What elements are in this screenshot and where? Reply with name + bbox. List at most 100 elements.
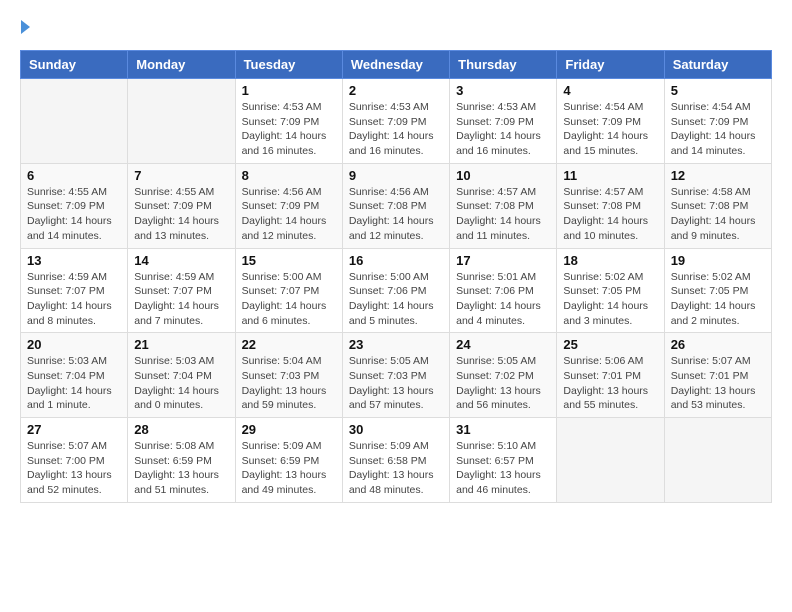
calendar-week-row: 13 Sunrise: 4:59 AM Sunset: 7:07 PM Dayli… [21, 248, 772, 333]
day-number: 20 [27, 337, 121, 352]
day-number: 13 [27, 253, 121, 268]
calendar-day-cell: 7Sunrise: 4:55 AM Sunset: 7:09 PM Daylig… [128, 163, 235, 248]
day-number: 4 [563, 83, 657, 98]
day-info: Sunrise: 4:56 AM Sunset: 7:08 PM Dayligh… [349, 185, 443, 244]
day-number: 10 [456, 168, 550, 183]
logo [20, 20, 30, 34]
day-info: Sunrise: 5:05 AM Sunset: 7:03 PM Dayligh… [349, 354, 443, 413]
day-info: Sunrise: 4:57 AM Sunset: 7:08 PM Dayligh… [563, 185, 657, 244]
weekday-header: Thursday [450, 51, 557, 79]
calendar-week-row: 6 Sunrise: 4:55 AM Sunset: 7:09 PM Daylig… [21, 163, 772, 248]
calendar-day-cell: 14 Sunrise: 4:59 AM Sunset: 7:07 PM Dayli… [128, 248, 235, 333]
calendar-day-cell: 23Sunrise: 5:05 AM Sunset: 7:03 PM Dayli… [342, 333, 449, 418]
day-number: 22 [242, 337, 336, 352]
calendar-day-cell: 1 Sunrise: 4:53 AM Sunset: 7:09 PM Daylig… [235, 79, 342, 164]
day-info: Sunrise: 4:58 AM Sunset: 7:08 PM Dayligh… [671, 185, 765, 244]
calendar-day-cell: 13 Sunrise: 4:59 AM Sunset: 7:07 PM Dayli… [21, 248, 128, 333]
day-number: 24 [456, 337, 550, 352]
day-info: Sunrise: 5:02 AM Sunset: 7:05 PM Dayligh… [563, 270, 657, 329]
calendar-day-cell: 22 Sunrise: 5:04 AM Sunset: 7:03 PM Dayli… [235, 333, 342, 418]
day-number: 3 [456, 83, 550, 98]
day-number: 26 [671, 337, 765, 352]
calendar-day-cell: 3 Sunrise: 4:53 AM Sunset: 7:09 PM Daylig… [450, 79, 557, 164]
day-number: 18 [563, 253, 657, 268]
day-info: Sunrise: 5:04 AM Sunset: 7:03 PM Dayligh… [242, 354, 336, 413]
calendar-day-cell: 25 Sunrise: 5:06 AM Sunset: 7:01 PM Dayli… [557, 333, 664, 418]
day-number: 15 [242, 253, 336, 268]
day-info: Sunrise: 4:54 AM Sunset: 7:09 PM Dayligh… [671, 100, 765, 159]
day-info: Sunrise: 5:10 AM Sunset: 6:57 PM Dayligh… [456, 439, 550, 498]
day-info: Sunrise: 4:55 AM Sunset: 7:09 PM Dayligh… [27, 185, 121, 244]
weekday-header: Tuesday [235, 51, 342, 79]
day-info: Sunrise: 5:00 AM Sunset: 7:07 PM Dayligh… [242, 270, 336, 329]
day-info: Sunrise: 4:56 AM Sunset: 7:09 PM Dayligh… [242, 185, 336, 244]
day-number: 31 [456, 422, 550, 437]
day-info: Sunrise: 4:55 AM Sunset: 7:09 PM Dayligh… [134, 185, 228, 244]
day-number: 21 [134, 337, 228, 352]
page-header [20, 20, 772, 34]
day-number: 29 [242, 422, 336, 437]
calendar-day-cell: 24 Sunrise: 5:05 AM Sunset: 7:02 PM Dayli… [450, 333, 557, 418]
day-info: Sunrise: 5:09 AM Sunset: 6:59 PM Dayligh… [242, 439, 336, 498]
day-number: 1 [242, 83, 336, 98]
day-number: 28 [134, 422, 228, 437]
day-info: Sunrise: 4:57 AM Sunset: 7:08 PM Dayligh… [456, 185, 550, 244]
day-info: Sunrise: 5:09 AM Sunset: 6:58 PM Dayligh… [349, 439, 443, 498]
weekday-header: Monday [128, 51, 235, 79]
day-info: Sunrise: 4:59 AM Sunset: 7:07 PM Dayligh… [27, 270, 121, 329]
calendar-day-cell: 9 Sunrise: 4:56 AM Sunset: 7:08 PM Daylig… [342, 163, 449, 248]
calendar-day-cell: 11 Sunrise: 4:57 AM Sunset: 7:08 PM Dayli… [557, 163, 664, 248]
calendar-day-cell: 12 Sunrise: 4:58 AM Sunset: 7:08 PM Dayli… [664, 163, 771, 248]
calendar-week-row: 1 Sunrise: 4:53 AM Sunset: 7:09 PM Daylig… [21, 79, 772, 164]
weekday-header: Wednesday [342, 51, 449, 79]
calendar-day-cell: 19 Sunrise: 5:02 AM Sunset: 7:05 PM Dayli… [664, 248, 771, 333]
day-info: Sunrise: 5:08 AM Sunset: 6:59 PM Dayligh… [134, 439, 228, 498]
day-number: 16 [349, 253, 443, 268]
day-number: 14 [134, 253, 228, 268]
calendar-day-cell: 8 Sunrise: 4:56 AM Sunset: 7:09 PM Daylig… [235, 163, 342, 248]
calendar-day-cell: 21 Sunrise: 5:03 AM Sunset: 7:04 PM Dayli… [128, 333, 235, 418]
calendar-day-cell [664, 418, 771, 503]
day-info: Sunrise: 5:07 AM Sunset: 7:01 PM Dayligh… [671, 354, 765, 413]
day-number: 17 [456, 253, 550, 268]
day-number: 6 [27, 168, 121, 183]
day-number: 12 [671, 168, 765, 183]
calendar-day-cell [128, 79, 235, 164]
day-info: Sunrise: 4:54 AM Sunset: 7:09 PM Dayligh… [563, 100, 657, 159]
weekday-header: Sunday [21, 51, 128, 79]
weekday-header: Friday [557, 51, 664, 79]
day-number: 5 [671, 83, 765, 98]
calendar-day-cell: 31 Sunrise: 5:10 AM Sunset: 6:57 PM Dayli… [450, 418, 557, 503]
day-info: Sunrise: 4:53 AM Sunset: 7:09 PM Dayligh… [349, 100, 443, 159]
weekday-header-row: SundayMondayTuesdayWednesdayThursdayFrid… [21, 51, 772, 79]
calendar-header: SundayMondayTuesdayWednesdayThursdayFrid… [21, 51, 772, 79]
calendar-day-cell: 5 Sunrise: 4:54 AM Sunset: 7:09 PM Daylig… [664, 79, 771, 164]
calendar-week-row: 20 Sunrise: 5:03 AM Sunset: 7:04 PM Dayli… [21, 333, 772, 418]
calendar-day-cell: 10 Sunrise: 4:57 AM Sunset: 7:08 PM Dayli… [450, 163, 557, 248]
day-info: Sunrise: 5:02 AM Sunset: 7:05 PM Dayligh… [671, 270, 765, 329]
day-info: Sunrise: 5:05 AM Sunset: 7:02 PM Dayligh… [456, 354, 550, 413]
weekday-header: Saturday [664, 51, 771, 79]
day-info: Sunrise: 4:59 AM Sunset: 7:07 PM Dayligh… [134, 270, 228, 329]
day-number: 8 [242, 168, 336, 183]
calendar-day-cell: 6 Sunrise: 4:55 AM Sunset: 7:09 PM Daylig… [21, 163, 128, 248]
day-info: Sunrise: 4:53 AM Sunset: 7:09 PM Dayligh… [456, 100, 550, 159]
day-number: 30 [349, 422, 443, 437]
day-number: 9 [349, 168, 443, 183]
calendar-day-cell [557, 418, 664, 503]
calendar-body: 1 Sunrise: 4:53 AM Sunset: 7:09 PM Daylig… [21, 79, 772, 503]
calendar-day-cell: 18 Sunrise: 5:02 AM Sunset: 7:05 PM Dayli… [557, 248, 664, 333]
calendar-day-cell: 27Sunrise: 5:07 AM Sunset: 7:00 PM Dayli… [21, 418, 128, 503]
day-info: Sunrise: 5:03 AM Sunset: 7:04 PM Dayligh… [27, 354, 121, 413]
calendar-day-cell: 30 Sunrise: 5:09 AM Sunset: 6:58 PM Dayli… [342, 418, 449, 503]
day-info: Sunrise: 5:01 AM Sunset: 7:06 PM Dayligh… [456, 270, 550, 329]
calendar-day-cell: 29 Sunrise: 5:09 AM Sunset: 6:59 PM Dayli… [235, 418, 342, 503]
calendar-day-cell: 4 Sunrise: 4:54 AM Sunset: 7:09 PM Daylig… [557, 79, 664, 164]
day-info: Sunrise: 5:03 AM Sunset: 7:04 PM Dayligh… [134, 354, 228, 413]
day-number: 11 [563, 168, 657, 183]
day-number: 25 [563, 337, 657, 352]
day-number: 19 [671, 253, 765, 268]
day-info: Sunrise: 5:06 AM Sunset: 7:01 PM Dayligh… [563, 354, 657, 413]
day-info: Sunrise: 4:53 AM Sunset: 7:09 PM Dayligh… [242, 100, 336, 159]
logo-triangle-icon [21, 20, 30, 34]
